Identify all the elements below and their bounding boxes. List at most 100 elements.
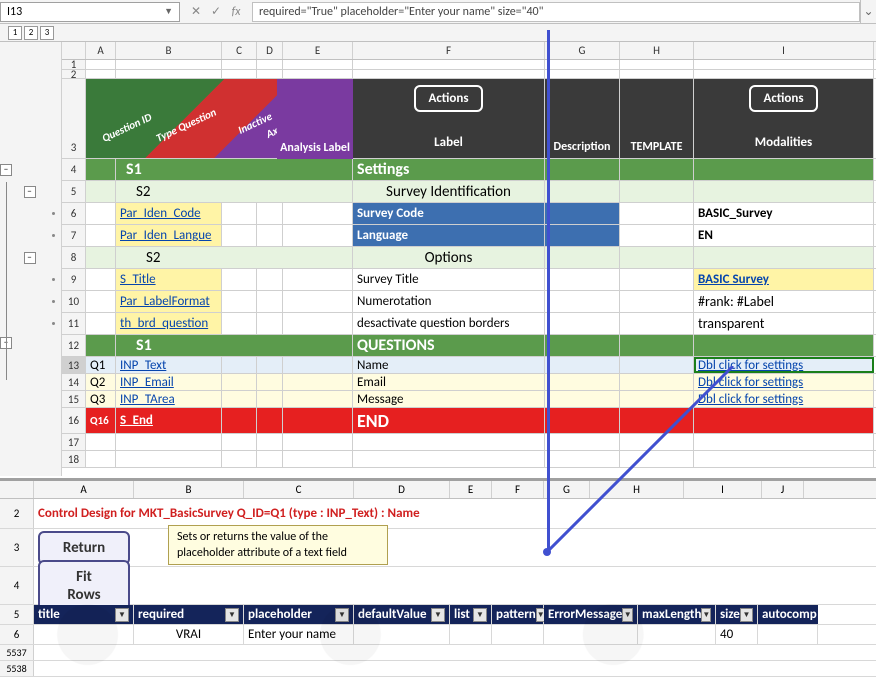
row-6[interactable]: 6: [62, 203, 86, 224]
q16-id[interactable]: Q16: [86, 408, 116, 433]
filter-dropdown-icon[interactable]: ▼: [115, 608, 129, 622]
row-3[interactable]: 3: [62, 79, 86, 158]
col-C[interactable]: C: [222, 42, 257, 59]
lcol-J[interactable]: J: [762, 481, 804, 498]
row-15[interactable]: 15: [62, 391, 86, 407]
fit-rows-button[interactable]: Fit Rows: [38, 560, 130, 612]
cell-placeholder[interactable]: Enter your name: [244, 625, 354, 644]
outline-level-3[interactable]: 3: [40, 26, 54, 40]
filter-errormessage[interactable]: ErrorMessage▼: [544, 605, 638, 624]
lrow-3[interactable]: 3: [0, 529, 34, 566]
cell-required[interactable]: VRAI: [134, 625, 244, 644]
subsection-s2-2[interactable]: S2: [116, 247, 353, 268]
section-s1[interactable]: S1: [116, 159, 353, 180]
lrow-5537[interactable]: 5537: [0, 645, 34, 660]
row-5[interactable]: 5: [62, 181, 86, 202]
col-B[interactable]: B: [116, 42, 222, 59]
q1-id[interactable]: Q1: [86, 357, 116, 373]
q2-id[interactable]: Q2: [86, 374, 116, 390]
label-deactivate-borders[interactable]: desactivate question borders: [353, 313, 545, 334]
cell-list[interactable]: [450, 625, 492, 644]
row-4[interactable]: 4: [62, 159, 86, 180]
filter-defaultvalue[interactable]: defaultValue▼: [354, 605, 450, 624]
actions-button-1[interactable]: Actions: [414, 85, 482, 112]
param-s-title[interactable]: S_Title: [116, 269, 222, 290]
label-numerotation[interactable]: Numerotation: [353, 291, 545, 312]
filter-required[interactable]: required▼: [134, 605, 244, 624]
lrow-6[interactable]: 6: [0, 625, 34, 644]
row-16[interactable]: 16: [62, 408, 86, 433]
outline-level-2[interactable]: 2: [24, 26, 38, 40]
value-survey-code[interactable]: BASIC_Survey: [694, 203, 874, 224]
filter-dropdown-icon[interactable]: ▼: [335, 608, 349, 622]
filter-size[interactable]: size▼: [716, 605, 758, 624]
q3-id[interactable]: Q3: [86, 391, 116, 407]
q2-label[interactable]: Email: [353, 374, 545, 390]
label-language[interactable]: Language: [353, 225, 545, 246]
q1-type[interactable]: INP_Text: [116, 357, 222, 373]
row-10[interactable]: 10: [62, 291, 86, 312]
col-G[interactable]: G: [545, 42, 620, 59]
value-numerotation[interactable]: #rank: #Label: [694, 291, 874, 312]
lcol-C[interactable]: C: [244, 481, 354, 498]
formula-expand-icon[interactable]: ⌄: [860, 0, 876, 24]
filter-dropdown-icon[interactable]: ▼: [431, 608, 445, 622]
row-12[interactable]: 12: [62, 335, 86, 356]
formula-input[interactable]: required="True" placeholder="Enter your …: [252, 2, 860, 22]
lcol-A[interactable]: A: [34, 481, 134, 498]
filter-dropdown-icon[interactable]: ▼: [701, 608, 711, 622]
outline-level-1[interactable]: 1: [8, 26, 22, 40]
lrow-5538[interactable]: 5538: [0, 661, 34, 676]
outline-collapse-r5[interactable]: −: [24, 186, 36, 198]
lcol-E[interactable]: E: [450, 481, 492, 498]
subsection-s2-1[interactable]: S2: [116, 181, 353, 202]
cell-autocomp[interactable]: [758, 625, 818, 644]
outline-collapse-r8[interactable]: −: [24, 252, 36, 264]
filter-title[interactable]: title▼: [34, 605, 134, 624]
label-survey-title[interactable]: Survey Title: [353, 269, 545, 290]
param-label-format[interactable]: Par_LabelFormat: [116, 291, 222, 312]
cell-defaultvalue[interactable]: [354, 625, 450, 644]
col-I[interactable]: I: [694, 42, 874, 59]
row-17[interactable]: 17: [62, 434, 86, 450]
row-13[interactable]: 13: [62, 357, 86, 373]
cell-title[interactable]: [34, 625, 134, 644]
filter-placeholder[interactable]: placeholder▼: [244, 605, 354, 624]
row-9[interactable]: 9: [62, 269, 86, 290]
section-s1-2[interactable]: S1: [116, 335, 353, 356]
end-label[interactable]: END: [353, 408, 545, 433]
lrow-5[interactable]: 5: [0, 605, 34, 624]
q3-label[interactable]: Message: [353, 391, 545, 407]
cell-errormessage[interactable]: [544, 625, 638, 644]
col-E[interactable]: E: [283, 42, 353, 59]
lcol-B[interactable]: B: [134, 481, 244, 498]
filter-dropdown-icon[interactable]: ▼: [622, 608, 633, 622]
section-settings[interactable]: Settings: [353, 159, 545, 180]
col-H[interactable]: H: [620, 42, 694, 59]
lrow-2[interactable]: 2: [0, 499, 34, 528]
q2-type[interactable]: INP_Email: [116, 374, 222, 390]
cell-size[interactable]: 40: [716, 625, 758, 644]
name-box[interactable]: I13 ▼: [0, 2, 180, 22]
row-8[interactable]: 8: [62, 247, 86, 268]
row-18[interactable]: 18: [62, 451, 86, 467]
col-D[interactable]: D: [257, 42, 283, 59]
name-box-dropdown-icon[interactable]: ▼: [164, 6, 173, 17]
filter-dropdown-icon[interactable]: ▼: [740, 608, 753, 622]
q3-type[interactable]: INP_TArea: [116, 391, 222, 407]
col-A[interactable]: A: [86, 42, 116, 59]
param-th-brd[interactable]: th_brd_question: [116, 313, 222, 334]
subsection-options[interactable]: Options: [353, 247, 545, 268]
label-survey-code[interactable]: Survey Code: [353, 203, 545, 224]
outline-collapse-r4[interactable]: −: [0, 164, 12, 176]
row-7[interactable]: 7: [62, 225, 86, 246]
lcol-D[interactable]: D: [354, 481, 450, 498]
value-survey-title[interactable]: BASIC Survey: [694, 269, 874, 290]
filter-dropdown-icon[interactable]: ▼: [225, 608, 239, 622]
value-transparent[interactable]: transparent: [694, 313, 874, 334]
lrow-4[interactable]: 4: [0, 567, 34, 604]
cell-pattern[interactable]: [492, 625, 544, 644]
subsection-survey-id[interactable]: Survey Identification: [353, 181, 545, 202]
accept-icon[interactable]: ✓: [208, 4, 224, 19]
filter-dropdown-icon[interactable]: ▼: [473, 608, 487, 622]
